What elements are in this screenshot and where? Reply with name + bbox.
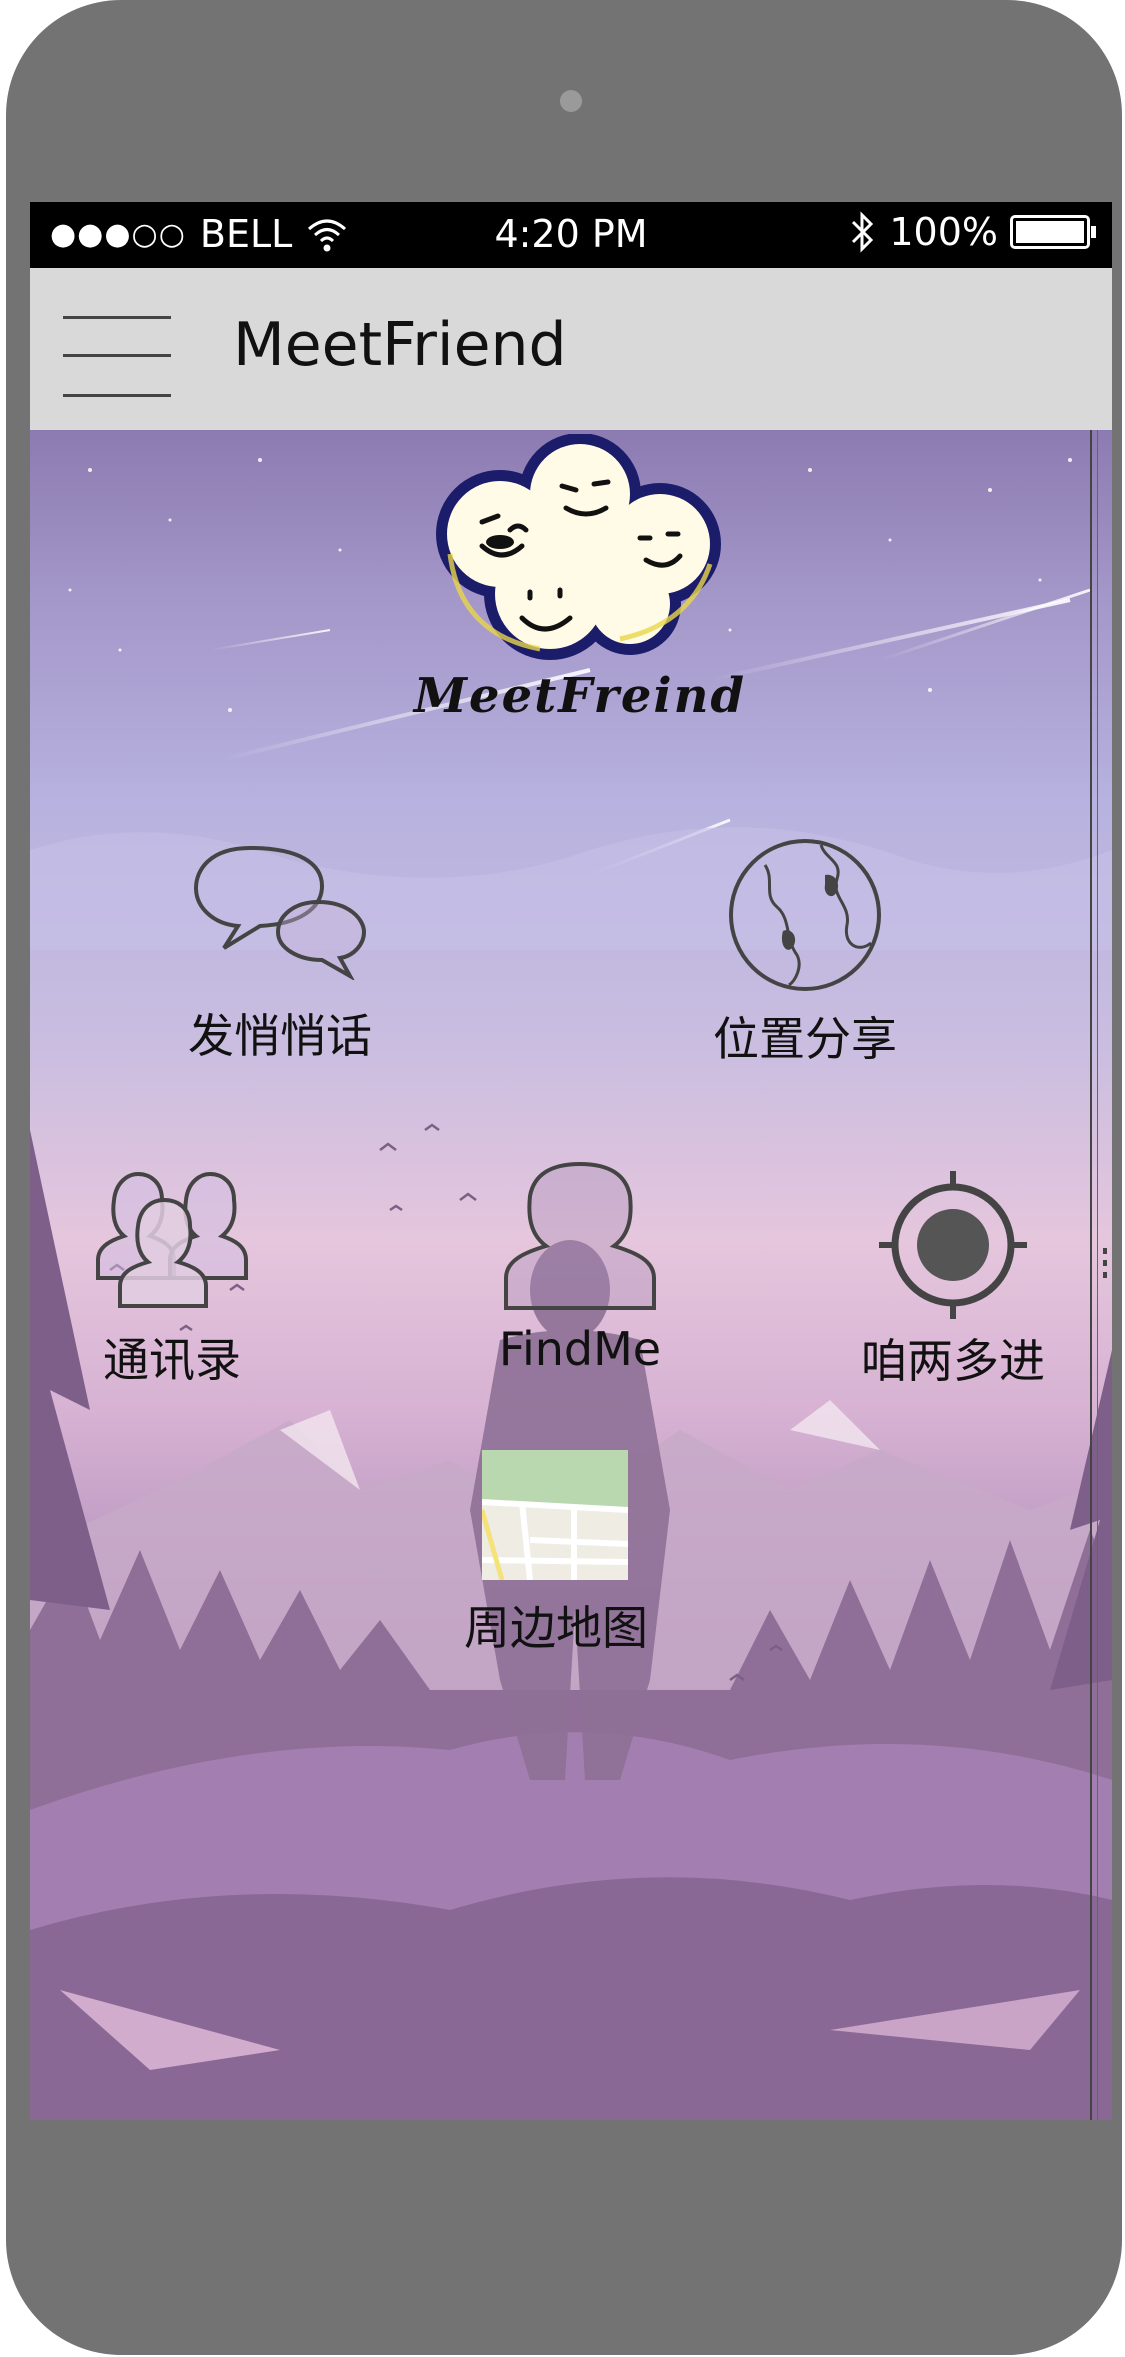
findme-button[interactable]: FindMe	[499, 1160, 661, 1380]
target-crosshair-icon	[879, 1171, 1027, 1319]
whisper-button[interactable]: 发悄悄话	[188, 840, 372, 1063]
chat-bubbles-icon	[193, 845, 367, 980]
contacts-button[interactable]: 通讯录	[92, 1160, 252, 1387]
app-title: MeetFriend	[233, 310, 567, 380]
nearby-map-button[interactable]: 周边地图	[464, 1450, 648, 1660]
scroll-handle[interactable]	[1100, 1242, 1110, 1288]
user-silhouette-icon	[504, 1161, 656, 1310]
findme-label: FindMe	[498, 1322, 662, 1376]
two-of-us-button[interactable]: 咱两多进	[861, 1165, 1045, 1388]
app-bar: MeetFriend	[30, 268, 1112, 430]
status-bar: ●●●○○ BELL 4:20 PM 100%	[30, 202, 1112, 268]
hamburger-menu-button[interactable]	[63, 316, 171, 398]
location-share-label: 位置分享	[713, 1012, 897, 1066]
phone-screen: ●●●○○ BELL 4:20 PM 100% MeetFriend MeetF…	[30, 202, 1112, 2120]
app-logo: MeetFreind	[390, 434, 770, 734]
nearby-map-label: 周边地图	[464, 1601, 648, 1655]
contacts-group-icon	[96, 1171, 248, 1308]
whisper-label: 发悄悄话	[188, 1009, 372, 1063]
location-share-button[interactable]: 位置分享	[713, 835, 897, 1066]
scroll-track-line	[1090, 430, 1092, 2120]
two-of-us-label: 咱两多进	[861, 1334, 1045, 1388]
home-content: MeetFreind 发悄悄话 位置分享 通讯录 FindMe 咱两多进 周边地…	[30, 430, 1112, 2120]
status-right: 100%	[849, 210, 1096, 254]
phone-speaker	[560, 90, 582, 112]
battery-icon	[1010, 215, 1096, 249]
contacts-label: 通讯录	[103, 1333, 241, 1387]
scroll-track-line-inner	[1097, 430, 1098, 2120]
battery-percent: 100%	[889, 210, 998, 254]
bluetooth-icon	[852, 211, 874, 253]
phone-frame: ●●●○○ BELL 4:20 PM 100% MeetFriend MeetF…	[6, 0, 1122, 2355]
map-tile-icon	[482, 1450, 628, 1580]
globe-icon	[729, 839, 881, 991]
logo-wordmark: MeetFreind	[413, 668, 747, 724]
smiley-cloud-logo-icon	[436, 434, 721, 660]
